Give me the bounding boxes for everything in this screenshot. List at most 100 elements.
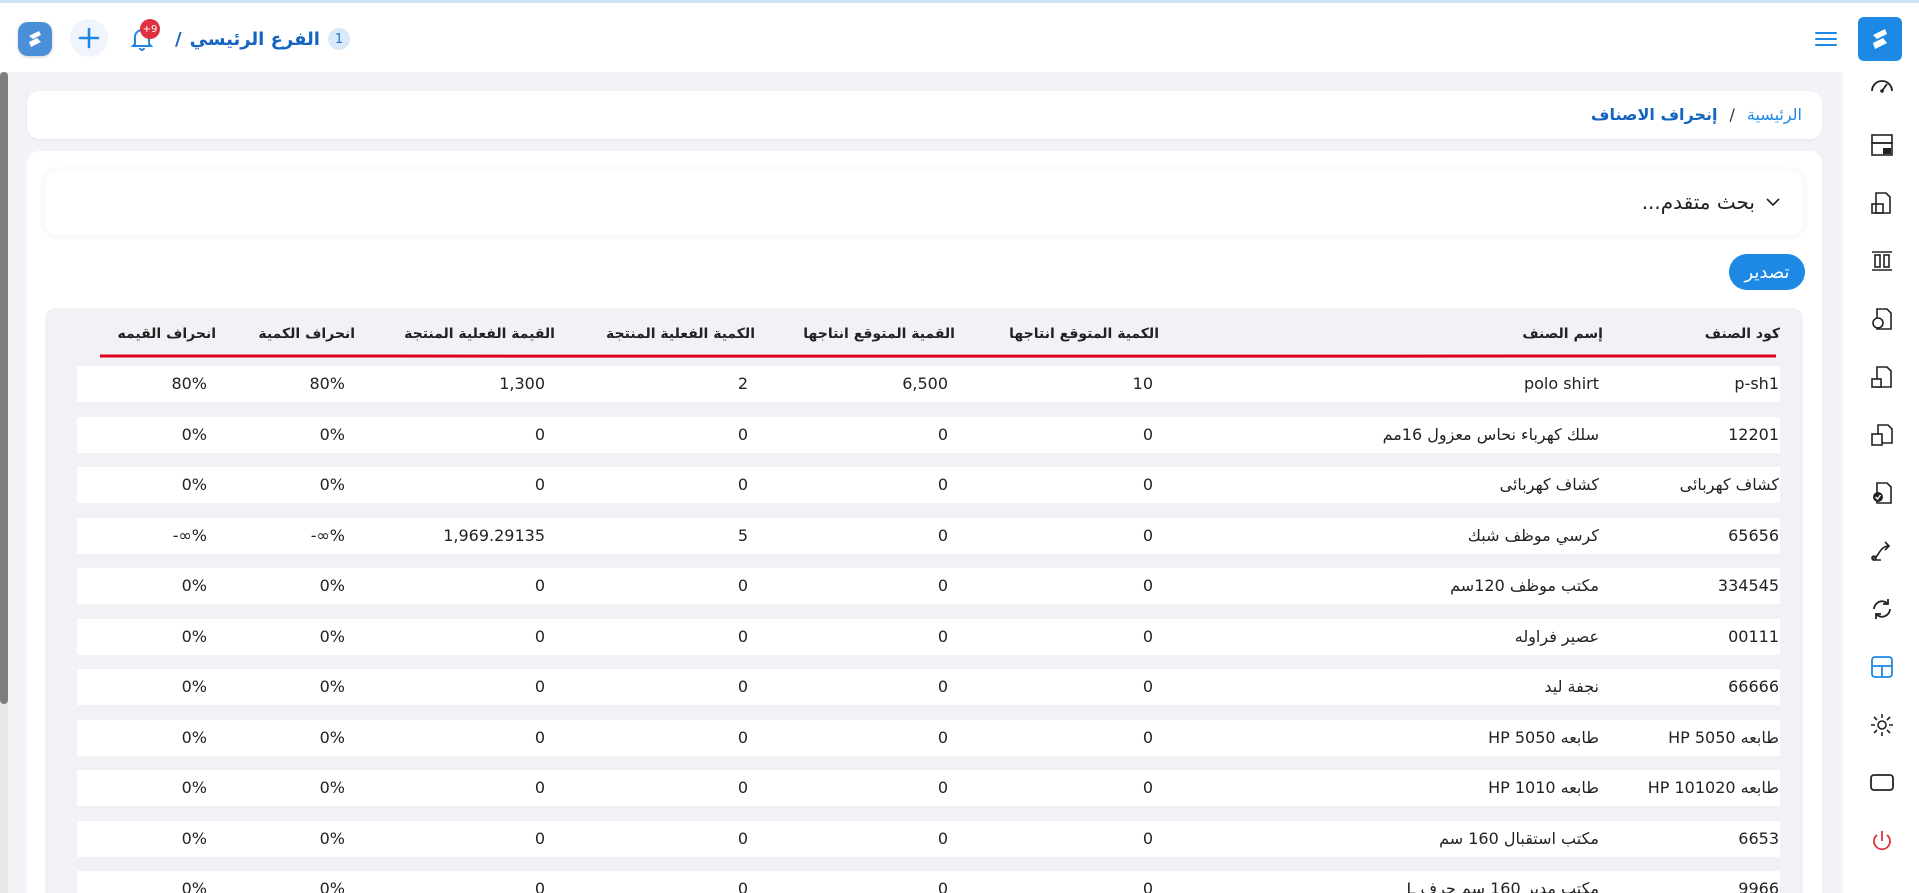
th-expected-qty[interactable]: الكمية المتوقع انتاجها [1009,326,1159,342]
cell-actual-value: 0 [534,424,545,444]
th-expected-value[interactable]: القمية المتوقع انتاجها [803,326,955,342]
advanced-search-panel[interactable]: بحث متقدم... [45,171,1803,235]
cell-expected-qty: 10 [1132,374,1153,393]
breadcrumb-home-link[interactable]: الرئيسية [1747,105,1802,124]
advanced-search-label: بحث متقدم... [1641,190,1755,214]
refresh-icon[interactable] [1867,594,1897,624]
th-item-name[interactable]: إسم الصنف [1522,326,1603,342]
cell-value-deviation: 0% [181,828,207,848]
cell-expected-value: 0 [937,626,948,646]
cell-expected-qty: 0 [1142,424,1153,444]
add-button[interactable] [70,19,108,57]
cell-item-code: 65656 [1728,525,1779,545]
main-content: بحث متقدم... تصدير كود الصنف إسم الصنف الك… [27,151,1822,893]
cell-actual-value: 0 [534,727,545,747]
menu-toggle-button[interactable] [1814,29,1838,49]
cell-value-deviation: 0% [181,424,207,444]
cell-item-code: طابعه HP 5050 [1668,727,1779,747]
breadcrumb: الرئيسية / إنحراف الاصناف [1591,105,1802,124]
cell-qty-deviation: 0% [319,576,345,595]
table-row[interactable]: 6653 مكتب استقبال 160 سم 0 0 0 0 0% 0% [77,820,1780,857]
cell-actual-qty: 0 [737,778,748,797]
cell-qty-deviation: 0% [319,727,345,747]
cell-actual-value: 1,300 [499,374,545,393]
power-icon[interactable] [1867,826,1897,856]
cell-expected-value: 0 [937,879,948,893]
cell-actual-qty: 0 [737,828,748,848]
advanced-search-toggle[interactable]: بحث متقدم... [1642,190,1781,214]
branch-separator: / [175,28,182,50]
export-button[interactable]: تصدير [1729,254,1805,290]
cell-actual-qty: 0 [737,677,748,696]
th-value-deviation[interactable]: انحراف القيمه [117,326,216,342]
columns-icon[interactable] [1867,246,1897,276]
cell-item-name: polo shirt [1523,374,1599,393]
highlight-underline [100,354,1776,358]
cell-actual-value: 0 [534,828,545,848]
cell-actual-qty: 0 [737,424,748,444]
th-actual-value[interactable]: القيمة الفعلية المنتجة [404,326,555,342]
invoice-icon[interactable] [1867,188,1897,218]
cell-qty-deviation: 80% [309,374,345,393]
box-copy-icon[interactable] [1867,420,1897,450]
cell-expected-value: 0 [937,677,948,696]
cell-expected-qty: 0 [1142,879,1153,893]
cell-item-name: عصير فراوله [1514,626,1599,646]
pos-register-icon[interactable] [1867,130,1897,160]
cell-qty-deviation: 0% [319,424,345,444]
scroll-thumb[interactable] [0,72,8,704]
cell-item-code: 334545 [1717,576,1779,595]
document-box-icon[interactable] [1867,362,1897,392]
cell-expected-value: 0 [937,828,948,848]
table-row[interactable]: 00111 عصير فراوله 0 0 0 0 0% 0% [77,618,1780,655]
document-check-icon[interactable] [1867,478,1897,508]
cell-item-code: 6653 [1738,828,1779,848]
cell-item-code: 00111 [1728,626,1779,646]
table-row[interactable]: 65656 كرسي موظف شبك 0 0 5 1,969.29135 -∞% -∞% [77,517,1780,554]
app-logo[interactable] [18,22,52,56]
cell-actual-qty: 2 [737,374,748,393]
brand-logo[interactable] [1858,17,1902,61]
dashboard-icon[interactable] [1867,72,1897,102]
cell-item-name: كرسي موظف شبك [1467,525,1599,545]
cell-item-code: طابعه HP 101020 [1647,778,1779,797]
th-item-code[interactable]: كود الصنف [1705,326,1780,342]
table-row[interactable]: كشاف كهربائى كشاف كهربائى 0 0 0 0 0% 0% [77,467,1780,503]
cell-item-name: طابعه HP 1010 [1488,778,1599,797]
cell-value-deviation: 0% [181,879,207,893]
cell-actual-qty: 0 [737,727,748,747]
table-row[interactable]: طابعه HP 5050 طابعه HP 5050 0 0 0 0 0% 0% [77,719,1780,756]
table-row[interactable]: 12201 سلك كهرباء نحاس معزول 16مم 0 0 0 0 0% 0% [77,416,1780,453]
branch-number: 1 [327,28,350,50]
transfer-icon[interactable] [1867,536,1897,566]
table-row[interactable]: p-sh1 polo shirt 10 6,500 2 1,300 80% 80% [77,366,1780,402]
table-row[interactable]: 66666 نجفة ليد 0 0 0 0 0% 0% [77,669,1780,705]
cell-value-deviation: 0% [181,778,207,797]
cell-actual-qty: 0 [737,626,748,646]
cell-qty-deviation: 0% [319,626,345,646]
th-qty-deviation[interactable]: انحراف الكمية [258,326,355,342]
cell-actual-qty: 5 [737,525,748,545]
branch-selector[interactable]: 1 الفرع الرئيسي / [175,25,350,53]
layout-icon[interactable] [1867,652,1897,682]
chevron-down-icon [1766,198,1780,207]
page-scrollbar[interactable] [0,72,8,893]
table-row[interactable]: 334545 مكتب موظف 120سم 0 0 0 0 0% 0% [77,568,1780,604]
cell-expected-qty: 0 [1142,626,1153,646]
breadcrumb-card: الرئيسية / إنحراف الاصناف [27,91,1822,139]
cell-expected-qty: 0 [1142,677,1153,696]
settings-icon[interactable] [1867,710,1897,740]
th-actual-qty[interactable]: الكمية الفعلية المنتجة [606,326,755,342]
cell-actual-value: 0 [534,475,545,494]
screen-icon[interactable] [1867,768,1897,798]
cell-item-name: نجفة ليد [1544,677,1599,696]
money-document-icon[interactable] [1867,304,1897,334]
hamburger-icon [1815,32,1837,46]
cell-value-deviation: -∞% [172,525,207,545]
items-deviation-table: كود الصنف إسم الصنف الكمية المتوقع انتاجها… [45,308,1803,893]
cell-qty-deviation: 0% [319,879,345,893]
top-bar: +9 1 الفرع الرئيسي / [0,0,1919,72]
table-row[interactable]: طابعه HP 101020 طابعه HP 1010 0 0 0 0 0% 0% [77,770,1780,806]
cell-item-code: 12201 [1728,424,1779,444]
table-row[interactable]: 9966 مكتب مدير 160 سم جرف L 0 0 0 0 0% 0% [77,871,1780,893]
